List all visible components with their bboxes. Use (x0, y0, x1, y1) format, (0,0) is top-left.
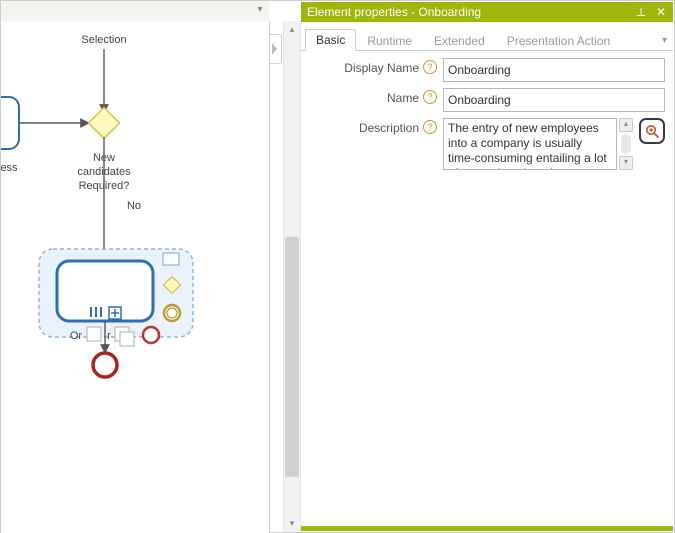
tab-extended-label: Extended (434, 34, 485, 48)
properties-body: Display Name ? Name ? Description ? The … (301, 52, 673, 521)
subprocess-onboarding[interactable] (57, 261, 153, 321)
name-input[interactable] (443, 88, 665, 112)
description-textarea[interactable]: The entry of new employees into a compan… (443, 118, 617, 170)
description-zoom-button[interactable] (639, 118, 665, 144)
canvas-top-strip: ▾ (1, 1, 269, 22)
scroll-up-icon[interactable]: ▴ (285, 22, 299, 36)
toolbox-icon-1[interactable] (87, 327, 101, 341)
label-name: Name (309, 88, 421, 105)
palette-task-icon[interactable] (163, 253, 179, 265)
textarea-scroll-down-icon[interactable]: ▾ (619, 156, 633, 170)
close-icon[interactable]: ✕ (655, 6, 667, 18)
r-label: r (107, 330, 111, 342)
tab-runtime-label: Runtime (367, 34, 412, 48)
tab-presentation-action[interactable]: Presentation Action (496, 30, 621, 51)
tab-basic-label: Basic (316, 33, 345, 47)
properties-title: Element properties - Onboarding (307, 5, 481, 19)
scroll-down-icon[interactable]: ▾ (285, 516, 299, 530)
or-label: Or (70, 330, 83, 342)
help-icon[interactable]: ? (423, 60, 437, 74)
dropdown-arrow-icon[interactable]: ▾ (253, 3, 267, 17)
textarea-scroll-up-icon[interactable]: ▴ (619, 118, 633, 132)
canvas-side-expander[interactable] (269, 34, 282, 64)
display-name-input[interactable] (443, 58, 665, 82)
magnifier-icon (644, 123, 660, 139)
diagram-svg: Selection ess New candidates Required? N… (1, 21, 269, 533)
tab-overflow-icon[interactable]: ▾ (662, 35, 667, 50)
end-event[interactable] (93, 353, 117, 377)
tab-extended[interactable]: Extended (423, 30, 496, 51)
properties-header: Element properties - Onboarding ⟂ ✕ (301, 2, 673, 22)
tab-runtime[interactable]: Runtime (356, 30, 423, 51)
task-partial-left[interactable] (1, 97, 19, 149)
scroll-track[interactable] (285, 37, 299, 516)
tab-presentation-action-label: Presentation Action (507, 34, 610, 48)
canvas-scrollbar[interactable]: ▴ ▾ (283, 21, 301, 532)
toolbox-end-icon-small[interactable] (143, 327, 159, 343)
textarea-scroll-track[interactable] (621, 134, 631, 154)
pin-icon[interactable]: ⟂ (635, 6, 647, 18)
textarea-scrollbar[interactable]: ▴ ▾ (619, 118, 633, 170)
no-label: No (127, 200, 141, 212)
help-icon[interactable]: ? (423, 120, 437, 134)
help-icon[interactable]: ? (423, 90, 437, 104)
label-description: Description (309, 118, 421, 135)
selection-label: Selection (81, 34, 126, 46)
properties-footer-bar (301, 526, 673, 531)
left-fragment-label: ess (1, 162, 18, 174)
scroll-thumb[interactable] (285, 237, 299, 477)
label-display-name: Display Name (309, 58, 421, 75)
gateway-decision[interactable] (88, 107, 119, 138)
properties-tabs: Basic Runtime Extended Presentation Acti… (301, 22, 673, 51)
diagram-canvas[interactable]: Selection ess New candidates Required? N… (1, 21, 270, 533)
tab-basic[interactable]: Basic (305, 29, 356, 51)
